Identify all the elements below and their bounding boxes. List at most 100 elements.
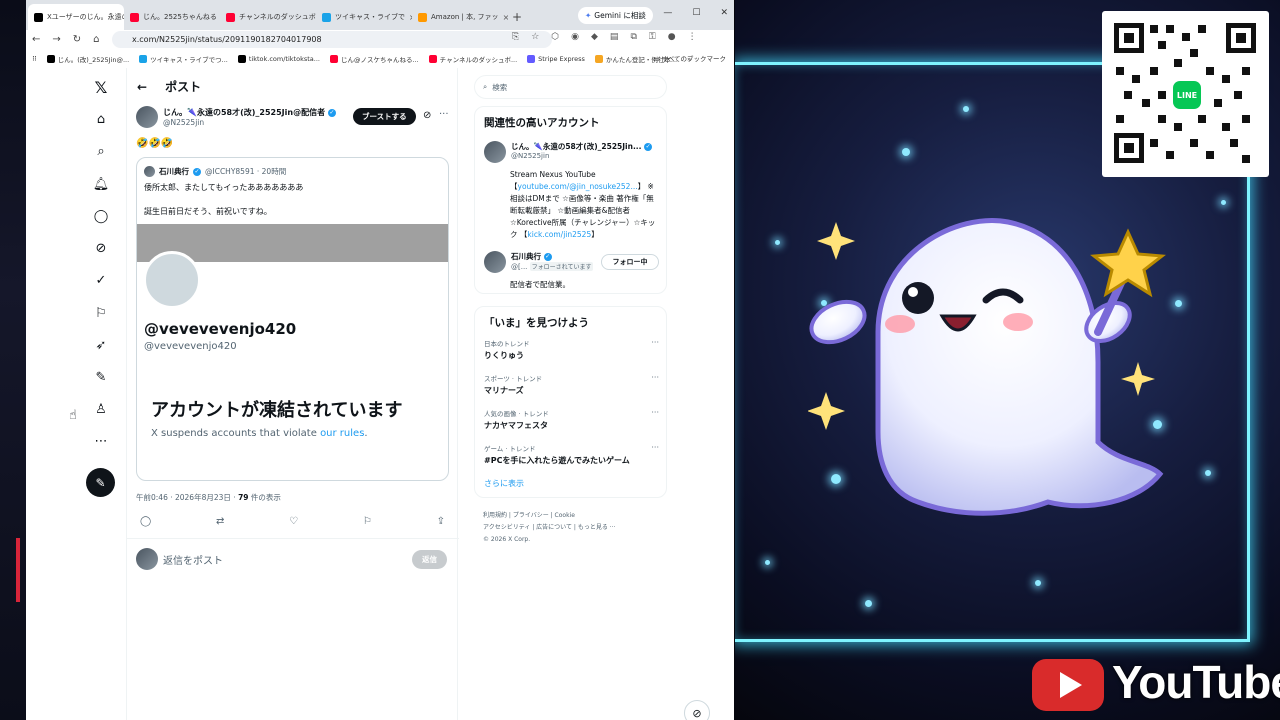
bio-text: 】	[591, 230, 599, 239]
quote-handle: @ICCHY8591 · 20時間	[205, 167, 287, 176]
tab-youtube-dashboard[interactable]: チャンネルのダッシュボ×	[220, 4, 316, 30]
share-icon[interactable]: ⇪	[437, 516, 445, 527]
jobs-rocket-icon[interactable]: ➶	[91, 335, 111, 355]
new-tab-button[interactable]: +	[508, 4, 526, 30]
key-icon[interactable]: ⚿	[649, 32, 656, 42]
messages-icon[interactable]: ◯	[91, 206, 111, 226]
following-button[interactable]: フォロー中	[601, 254, 659, 270]
menu-icon[interactable]: ⋮	[688, 32, 697, 42]
trend-title: りくりゅう	[484, 351, 524, 360]
reply-icon[interactable]: ◯	[140, 516, 151, 527]
trend-item[interactable]: スポーツ · トレンド マリナーズ ···	[484, 373, 659, 396]
twitcasting-favicon-icon	[139, 55, 148, 63]
bookmark-item[interactable]: tiktok.com/tiktoksta...	[237, 55, 320, 63]
sparkle	[963, 106, 969, 112]
bookmark-item[interactable]: じん@ノスケちゃんねる...	[329, 54, 419, 64]
related-account[interactable]: 石川典行 ✓ @[... フォローされています	[484, 251, 594, 273]
articles-icon[interactable]: ✎	[91, 367, 111, 387]
card-title: 「いま」を見つけよう	[484, 317, 589, 329]
notifications-bell-icon[interactable]: 🔔︎	[91, 174, 111, 194]
search-icon[interactable]: ⌕	[91, 141, 111, 161]
more-options-icon[interactable]: ···	[651, 373, 659, 382]
grok-icon[interactable]: ⊘	[91, 238, 111, 258]
install-icon[interactable]: ⎘	[512, 32, 519, 42]
bookmark-item[interactable]: チャンネルのダッシュボ...	[428, 54, 517, 64]
related-accounts-card: 関連性の高いアカウント じん。🌂永遠の58才(改)_2525Jin... ✓ @…	[474, 106, 667, 294]
avatar[interactable]	[144, 166, 155, 177]
bookmark-label: じん@ノスケちゃんねる...	[340, 56, 419, 64]
repost-icon[interactable]: ⇄	[216, 516, 224, 527]
extension-icon[interactable]: ⬡	[551, 32, 559, 42]
stripe-favicon-icon	[527, 55, 536, 63]
minimize-icon[interactable]: —	[663, 8, 672, 18]
sparkle	[1205, 470, 1211, 476]
bookmark-star-icon[interactable]: ☆	[531, 32, 539, 42]
line-qr-code: LINE	[1102, 11, 1269, 177]
more-options-icon[interactable]: ···	[439, 109, 449, 120]
trend-item[interactable]: ゲーム · トレンド #PCを手に入れたら遊んでみたいゲーム ···	[484, 443, 659, 466]
quoted-post[interactable]: 石川典行 ✓ @ICCHY8591 · 20時間 倭所太郎、またしてもイったああ…	[136, 157, 449, 481]
post-author[interactable]: じん。🌂永遠の58才(改)_2525Jin@配信者 ✓ @N2525jin	[136, 106, 336, 128]
bookmarks-icon[interactable]: ⚐	[91, 303, 111, 323]
youtube-link[interactable]: youtube.com/@jin_nosuke252...	[518, 182, 638, 191]
avatar[interactable]	[484, 141, 506, 163]
bookmark-item[interactable]: じん。(改)_2525Jin@...	[46, 54, 129, 64]
search-input[interactable]: ⌕ 検索	[474, 75, 667, 99]
back-arrow-icon[interactable]: ←	[137, 80, 147, 94]
close-window-icon[interactable]: ✕	[720, 8, 728, 18]
extension-icon[interactable]: ◉	[571, 32, 579, 42]
tab-twitcasting[interactable]: ツイキャス・ライブで×	[316, 4, 412, 30]
rules-link[interactable]: our rules	[320, 428, 364, 439]
post-text: 🤣🤣🤣	[136, 138, 174, 149]
reply-button[interactable]: 返信	[412, 550, 447, 569]
tab-youtube-channel[interactable]: じん。2525ちゃんねる×	[124, 4, 220, 30]
show-more-link[interactable]: さらに表示	[484, 478, 524, 489]
apps-icon[interactable]: ⠿	[32, 55, 37, 63]
bookmark-item[interactable]: Stripe Express	[527, 55, 585, 63]
avatar[interactable]	[136, 106, 158, 128]
extension-icon[interactable]: ◆	[591, 32, 598, 42]
boost-button[interactable]: ブーストする	[353, 108, 416, 125]
trend-item[interactable]: 日本のトレンド りくりゅう ···	[484, 338, 659, 361]
compose-post-button[interactable]: ✎	[86, 468, 115, 497]
x-logo-icon[interactable]: 𝕏	[91, 77, 111, 97]
more-options-icon[interactable]: ···	[651, 443, 659, 452]
reload-icon[interactable]: ↻	[73, 34, 81, 45]
more-options-icon[interactable]: ···	[651, 338, 659, 347]
kick-link[interactable]: kick.com/jin2525	[527, 230, 591, 239]
verified-badge-icon: ✓	[327, 108, 336, 117]
bookmark-icon[interactable]: ⚐	[363, 516, 372, 527]
verified-orgs-icon[interactable]: ✓	[91, 270, 111, 290]
post-time[interactable]: 午前0:46 · 2026年8月23日 ·	[136, 493, 238, 502]
all-bookmarks-folder[interactable]: ▭ すべてのブックマーク	[653, 53, 726, 63]
extension-icon[interactable]: ▤	[610, 32, 619, 42]
youtube-favicon-icon	[226, 12, 235, 22]
more-circle-icon[interactable]: ⋯	[91, 431, 111, 451]
related-account[interactable]: じん。🌂永遠の58才(改)_2525Jin... ✓ @N2525jin	[484, 141, 653, 163]
like-heart-icon[interactable]: ♡	[289, 516, 298, 527]
verified-badge-icon: ✓	[193, 167, 201, 176]
gemini-button[interactable]: ✦ Gemini に相談	[578, 7, 653, 24]
reply-input[interactable]: 返信をポスト	[163, 552, 223, 567]
avatar[interactable]	[484, 251, 506, 273]
tab-x-post[interactable]: Xユーザーのじん。永遠の×	[28, 4, 124, 30]
tab-amazon[interactable]: Amazon | 本, ファッ ×	[412, 4, 508, 30]
back-arrow-icon[interactable]: ←	[32, 34, 40, 45]
forward-arrow-icon[interactable]: →	[52, 34, 60, 45]
toolbar-icons: ⎘ ☆ ⬡ ◉ ◆ ▤ ⧉ ⚿ ● ⋮	[512, 32, 697, 42]
bookmark-item[interactable]: ツイキャス・ライブでつ...	[139, 54, 228, 64]
home-icon[interactable]: ⌂	[91, 109, 111, 129]
profile-person-icon[interactable]: ♙	[91, 399, 111, 419]
home-icon[interactable]: ⌂	[93, 34, 99, 45]
maximize-icon[interactable]: ☐	[692, 8, 700, 18]
trend-item[interactable]: 人気の画像 · トレンド ナカヤマフェスタ ···	[484, 408, 659, 431]
footer-line[interactable]: 利用規約 | プライバシー | Cookie	[483, 510, 663, 522]
address-bar[interactable]: x.com/N2525jin/status/209119018270401790…	[112, 31, 552, 48]
grok-float-button[interactable]: ⊘	[684, 700, 710, 720]
footer-line[interactable]: アクセシビリティ | 広告について | もっと見る ···	[483, 522, 663, 534]
extensions-puzzle-icon[interactable]: ⧉	[630, 32, 636, 42]
registry-favicon-icon	[594, 55, 603, 63]
grok-icon[interactable]: ⊘	[423, 110, 431, 121]
more-options-icon[interactable]: ···	[651, 408, 659, 417]
profile-icon[interactable]: ●	[668, 32, 676, 42]
